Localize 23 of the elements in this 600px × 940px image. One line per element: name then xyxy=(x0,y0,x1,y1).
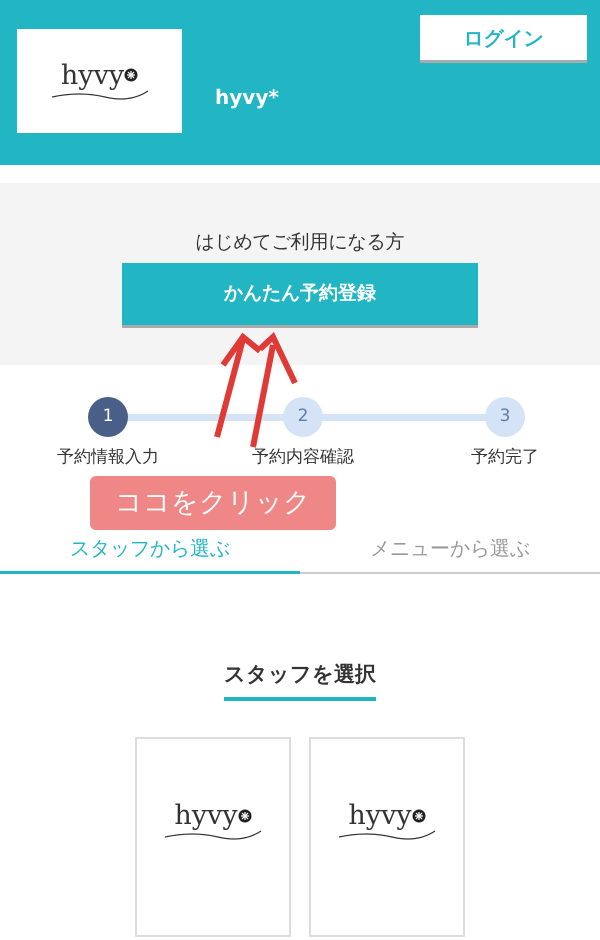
flower-icon xyxy=(124,68,138,82)
step-circle: 2 xyxy=(283,397,323,437)
section-title: スタッフを選択 xyxy=(224,659,376,700)
swash-icon xyxy=(337,829,437,841)
annotation-tooltip: ココをクリック xyxy=(90,476,336,530)
step-circle: 3 xyxy=(485,397,525,437)
step-label: 予約情報入力 xyxy=(57,446,159,469)
step-label: 予約内容確認 xyxy=(252,446,354,469)
flower-icon xyxy=(412,808,426,822)
login-button[interactable]: ログイン xyxy=(420,15,587,63)
swash-icon xyxy=(50,88,150,100)
logo-text: hyvy xyxy=(174,802,238,829)
step-label: 予約完了 xyxy=(471,446,539,469)
logo-text: hyvy xyxy=(348,802,412,829)
shop-name: hyvy* xyxy=(215,84,279,111)
swash-icon xyxy=(163,829,263,841)
logo-text: hyvy xyxy=(60,62,124,88)
register-button[interactable]: かんたん予約登録 xyxy=(122,262,478,328)
staff-card[interactable]: hyvy xyxy=(309,736,465,936)
step-circle: 1 xyxy=(88,397,128,437)
flower-icon xyxy=(238,808,252,822)
first-time-text: はじめてご利用になる方 xyxy=(196,230,404,255)
staff-card[interactable]: hyvy xyxy=(135,736,291,936)
